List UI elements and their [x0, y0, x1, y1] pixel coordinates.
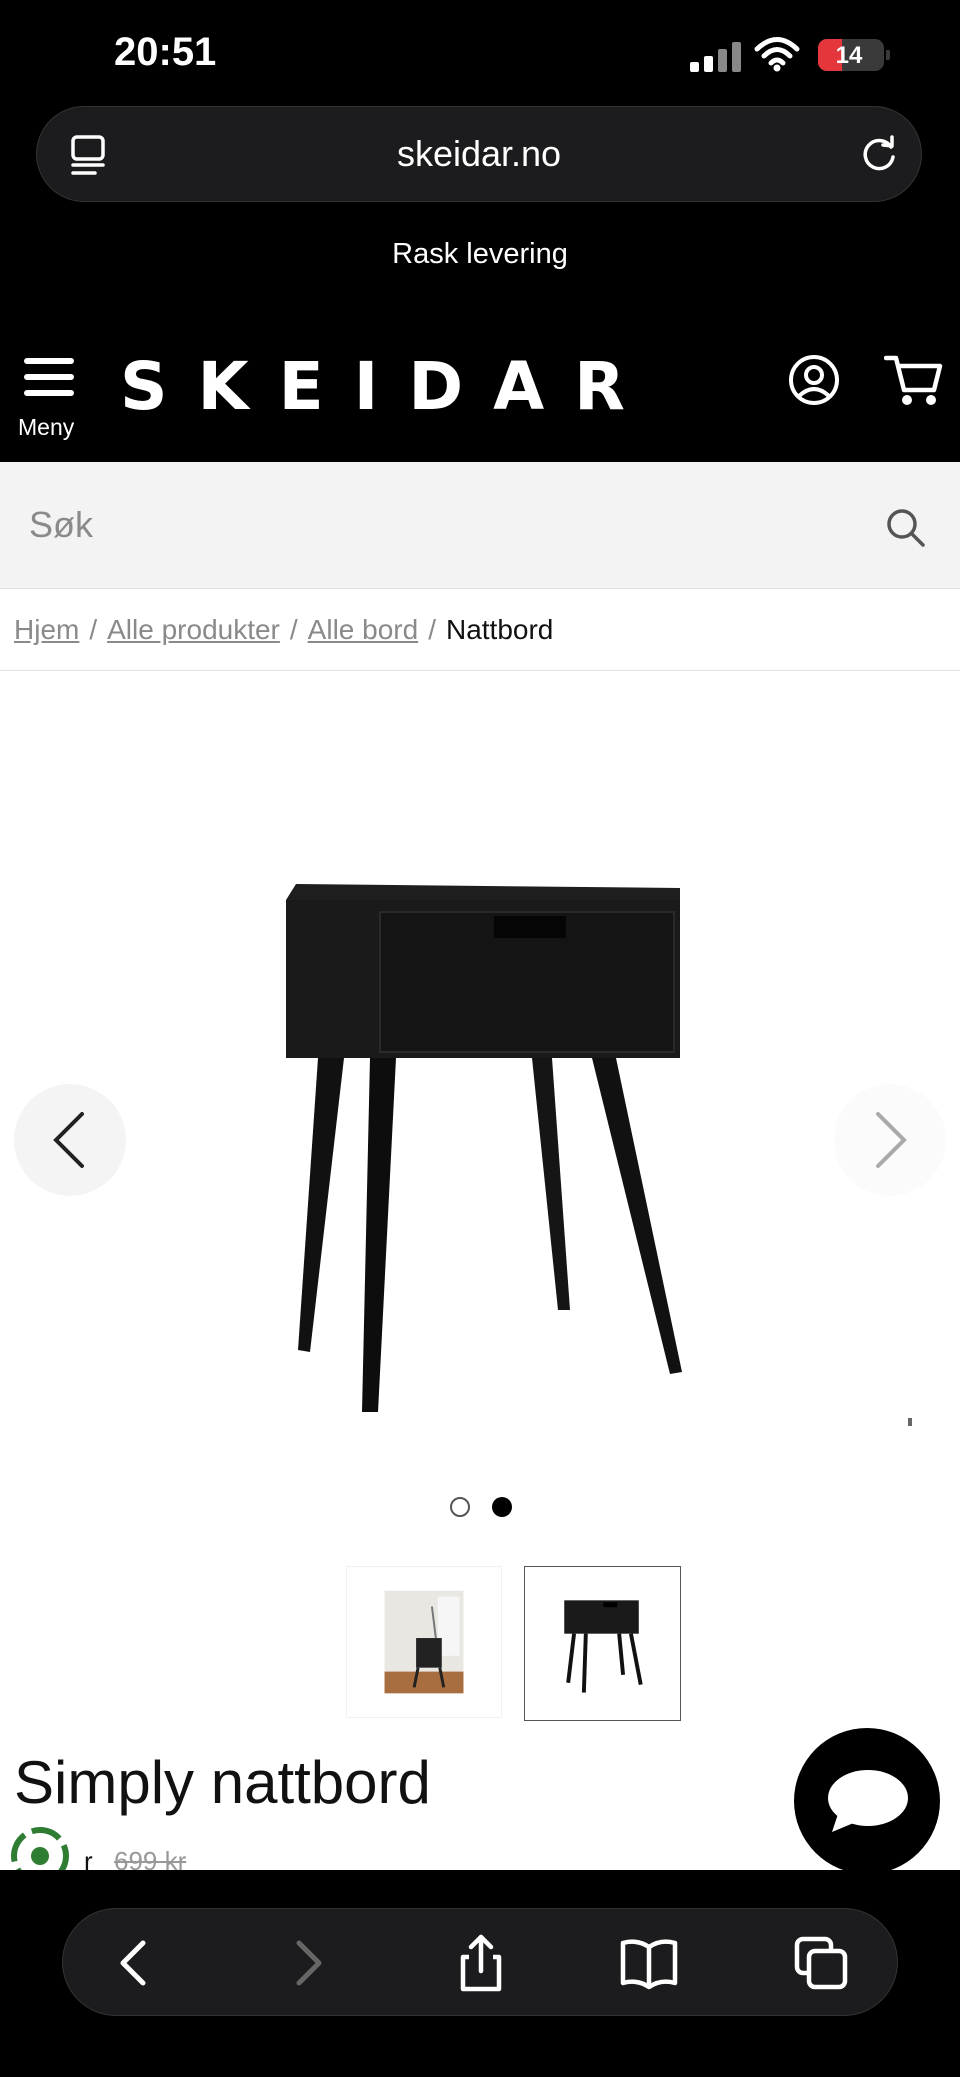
chevron-left-icon	[53, 1112, 84, 1168]
promo-banner: Rask levering	[392, 238, 568, 270]
breadcrumb-item[interactable]: Alle bord	[308, 614, 419, 645]
cart-icon[interactable]	[884, 352, 944, 408]
toolbar-pill	[62, 1908, 898, 2016]
carousel-dot[interactable]	[450, 1497, 470, 1517]
battery-icon: 14	[818, 39, 890, 71]
breadcrumb-separator: /	[289, 614, 298, 645]
divider	[0, 670, 960, 671]
breadcrumb-separator: /	[89, 614, 98, 645]
chat-button[interactable]	[794, 1728, 940, 1874]
carousel-next-button[interactable]	[834, 1084, 946, 1196]
battery-level: 14	[835, 42, 863, 69]
breadcrumb: Hjem / Alle produkter / Alle bord / Nattbord	[14, 614, 553, 646]
search-bar[interactable]: Søk	[0, 462, 960, 589]
product-thumbnail-image	[564, 1600, 643, 1693]
lifestyle-thumbnail-image	[384, 1590, 464, 1694]
thumbnail-lifestyle[interactable]	[346, 1566, 502, 1718]
product-image[interactable]	[270, 870, 690, 1420]
tabs-icon[interactable]	[791, 1933, 851, 1993]
chat-bubble-icon	[828, 1770, 908, 1832]
search-icon[interactable]	[884, 506, 926, 548]
menu-label: Meny	[18, 414, 75, 440]
url-bar[interactable]: skeidar.no	[36, 106, 922, 202]
search-input[interactable]: Søk	[29, 504, 93, 546]
back-icon[interactable]	[105, 1933, 165, 1993]
forward-icon[interactable]	[277, 1933, 337, 1993]
chevron-right-icon	[876, 1112, 907, 1168]
carousel-dot-active[interactable]	[492, 1497, 512, 1517]
wifi-icon	[754, 37, 800, 72]
breadcrumb-item[interactable]: Alle produkter	[107, 614, 280, 645]
reload-icon[interactable]	[857, 133, 901, 177]
site-logo[interactable]: SKEIDAR	[120, 348, 655, 425]
browser-toolbar	[0, 1870, 960, 2077]
breadcrumb-current: Nattbord	[445, 614, 554, 645]
account-icon[interactable]	[788, 354, 840, 406]
url-text[interactable]: skeidar.no	[37, 133, 921, 175]
thumbnail-product[interactable]	[524, 1566, 681, 1721]
image-artifact	[908, 1418, 912, 1426]
breadcrumb-separator: /	[428, 614, 436, 645]
breadcrumb-item[interactable]: Hjem	[14, 614, 79, 645]
share-icon[interactable]	[451, 1933, 511, 1993]
product-title: Simply nattbord	[14, 1749, 431, 1816]
status-time: 20:51	[114, 30, 217, 74]
carousel-prev-button[interactable]	[14, 1084, 126, 1196]
signal-icon	[690, 42, 744, 72]
bookmarks-icon[interactable]	[619, 1933, 679, 1993]
menu-button[interactable]: Meny	[18, 352, 82, 444]
